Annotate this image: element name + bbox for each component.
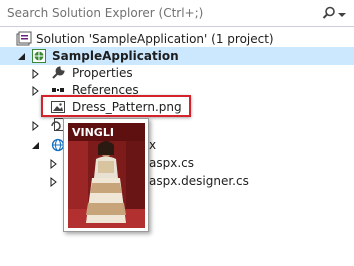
tree-row-designer[interactable]: aspx.designer.cs — [0, 172, 354, 190]
project-label: SampleApplication — [52, 49, 179, 63]
tree-row-config[interactable] — [0, 116, 354, 134]
search-icon[interactable] — [322, 6, 336, 20]
solution-tree: Solution 'SampleApplication' (1 project)… — [0, 27, 354, 266]
collapsed-arrow-icon[interactable] — [31, 85, 41, 97]
collapsed-arrow-icon[interactable] — [49, 176, 59, 188]
search-placeholder: Search Solution Explorer (Ctrl+;) — [7, 6, 204, 20]
preview-title-text: VINGLI — [72, 126, 114, 139]
web-page-label: x — [149, 138, 157, 152]
collapsed-arrow-icon[interactable] — [49, 158, 59, 170]
properties-label: Properties — [72, 66, 133, 80]
expanded-arrow-icon[interactable] — [31, 140, 41, 150]
tree-row-solution[interactable]: Solution 'SampleApplication' (1 project) — [0, 30, 354, 48]
tree-row-code-behind[interactable]: aspx.cs — [0, 154, 354, 172]
solution-icon — [16, 31, 32, 47]
collapsed-arrow-icon[interactable] — [31, 68, 41, 80]
code-behind-label: aspx.cs — [149, 156, 194, 170]
highlight-rectangle — [41, 95, 191, 117]
tree-row-project[interactable]: SampleApplication — [0, 47, 354, 65]
solution-label: Solution 'SampleApplication' (1 project) — [36, 32, 274, 46]
tree-row-properties[interactable]: Properties — [0, 64, 354, 82]
collapsed-arrow-icon[interactable] — [31, 120, 41, 132]
wrench-icon — [50, 65, 66, 81]
designer-label: aspx.designer.cs — [149, 174, 249, 188]
expanded-arrow-icon[interactable] — [17, 51, 27, 61]
tree-row-web-page[interactable]: x — [0, 136, 354, 154]
chevron-down-icon[interactable] — [338, 8, 346, 17]
web-project-icon — [31, 48, 47, 64]
image-thumbnail: VINGLI — [68, 123, 145, 228]
solution-explorer-search-bar[interactable]: Search Solution Explorer (Ctrl+;) — [0, 0, 354, 27]
image-preview-tooltip: VINGLI — [63, 118, 149, 232]
